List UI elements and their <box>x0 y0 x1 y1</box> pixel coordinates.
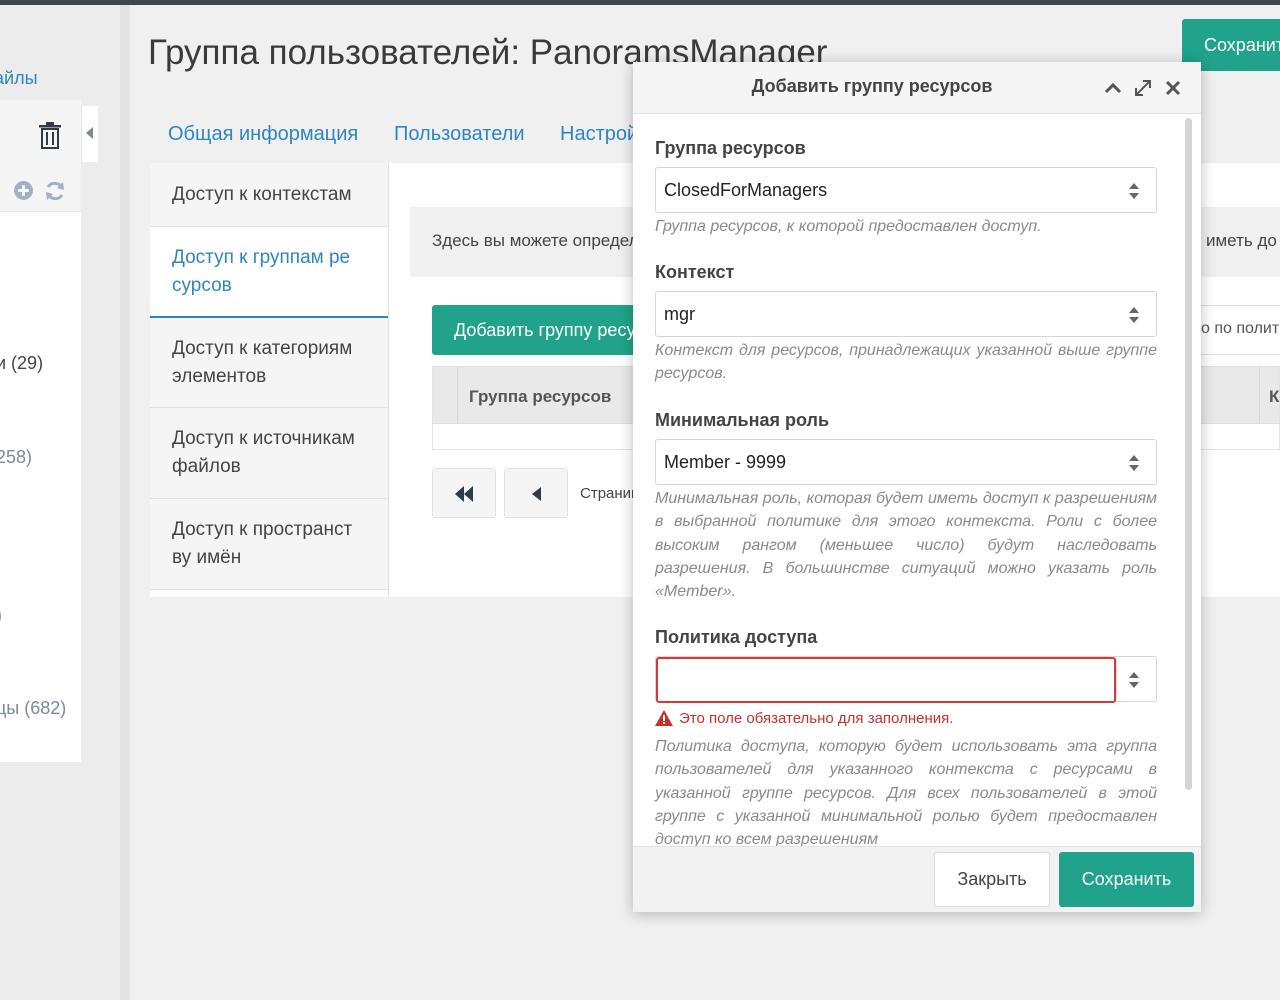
tree-toolbar <box>0 100 81 212</box>
dialog-header: Добавить группу ресурсов <box>633 62 1201 114</box>
tab-users[interactable]: Пользователи <box>394 123 525 146</box>
chevron-left-icon <box>532 487 541 501</box>
policy-filter-input[interactable]: о по полит <box>1198 305 1280 355</box>
policy-input-error[interactable] <box>656 657 1116 703</box>
double-chevron-left-icon <box>455 486 473 502</box>
dialog-scrollbar-thumb[interactable] <box>1185 118 1192 790</box>
grid-column-separator <box>1259 367 1260 423</box>
resource-group-label: Группа ресурсов <box>655 138 806 158</box>
dialog-footer: Закрыть Сохранить <box>633 846 1201 912</box>
left-files-link[interactable]: айлы <box>0 68 38 89</box>
add-resource-group-dialog: Добавить группу ресурсов Группа ресурсов… <box>633 62 1201 912</box>
description-text: Здесь вы можете определить <box>432 231 665 250</box>
vtab-resource-groups[interactable]: Доступ к группам ре сурсов <box>150 227 388 318</box>
description-text-end: иметь до <box>1206 231 1277 250</box>
context-select[interactable]: mgr <box>655 291 1157 337</box>
save-button[interactable]: Сохранить <box>1059 852 1194 907</box>
select-arrows-icon[interactable] <box>1128 670 1140 690</box>
dialog-body: Группа ресурсов ClosedForManagers Группа… <box>633 114 1201 846</box>
policy-label: Политика доступа <box>655 627 818 647</box>
chevron-left-icon <box>86 127 93 139</box>
prev-page-button[interactable] <box>504 468 568 518</box>
resource-group-value: ClosedForManagers <box>664 180 828 200</box>
refresh-icon[interactable] <box>44 180 66 202</box>
vtab-contexts[interactable]: Доступ к контекстам <box>150 163 388 227</box>
vtab-categories[interactable]: Доступ к категориям элементов <box>150 318 388 408</box>
tree-card: и (29) 258) ) цы (682) <box>0 100 81 762</box>
trash-icon[interactable] <box>38 122 62 150</box>
tab-general-info[interactable]: Общая информация <box>168 123 358 146</box>
context-help: Контекст для ресурсов, принадлежащих ука… <box>655 342 1157 383</box>
collapse-icon[interactable] <box>1103 78 1123 98</box>
min-role-help: Минимальная роль, которая будет иметь до… <box>655 490 1157 601</box>
select-arrows-icon <box>1129 307 1139 323</box>
resource-group-help: Группа ресурсов, к которой предоставлен … <box>655 218 1042 235</box>
resource-group-select[interactable]: ClosedForManagers <box>655 167 1157 213</box>
select-arrows-icon <box>1129 183 1139 199</box>
vtab-divider <box>388 163 389 597</box>
column-resource-group[interactable]: Группа ресурсов <box>469 387 611 407</box>
select-arrows-icon <box>1129 455 1139 471</box>
tree-item[interactable]: ) <box>0 605 2 626</box>
close-icon[interactable] <box>1163 78 1183 98</box>
min-role-label: Минимальная роль <box>655 410 830 430</box>
collapse-panel-tab[interactable] <box>81 106 98 162</box>
vtab-sources[interactable]: Доступ к источникам файлов <box>150 408 388 499</box>
first-page-button[interactable] <box>432 468 496 518</box>
close-button[interactable]: Закрыть <box>934 852 1050 907</box>
left-panel: айлы и (29) 258) ) цы <box>0 5 120 1000</box>
min-role-value: Member - 9999 <box>664 452 787 472</box>
tree-item[interactable]: цы (682) <box>0 698 66 719</box>
panel-divider <box>120 5 130 1000</box>
maximize-icon[interactable] <box>1133 78 1153 98</box>
column-context[interactable]: К <box>1269 387 1279 407</box>
policy-help: Политика доступа, которую будет использо… <box>655 738 1157 846</box>
dialog-title: Добавить группу ресурсов <box>751 76 993 96</box>
warning-icon <box>655 710 673 726</box>
context-label: Контекст <box>655 262 735 282</box>
select-separator <box>1116 657 1117 701</box>
policy-select[interactable] <box>655 656 1157 703</box>
policy-error-message: Это поле обязательно для заполнения. <box>679 710 954 727</box>
grid-column-separator <box>457 367 458 423</box>
add-circle-icon[interactable] <box>13 180 34 201</box>
vtab-namespaces[interactable]: Доступ к пространст ву имён <box>150 499 388 590</box>
min-role-select[interactable]: Member - 9999 <box>655 439 1157 485</box>
context-value: mgr <box>664 304 695 324</box>
tree-item[interactable]: 258) <box>0 447 32 468</box>
tree-item[interactable]: и (29) <box>0 353 43 374</box>
filter-placeholder: о по полит <box>1201 320 1280 337</box>
